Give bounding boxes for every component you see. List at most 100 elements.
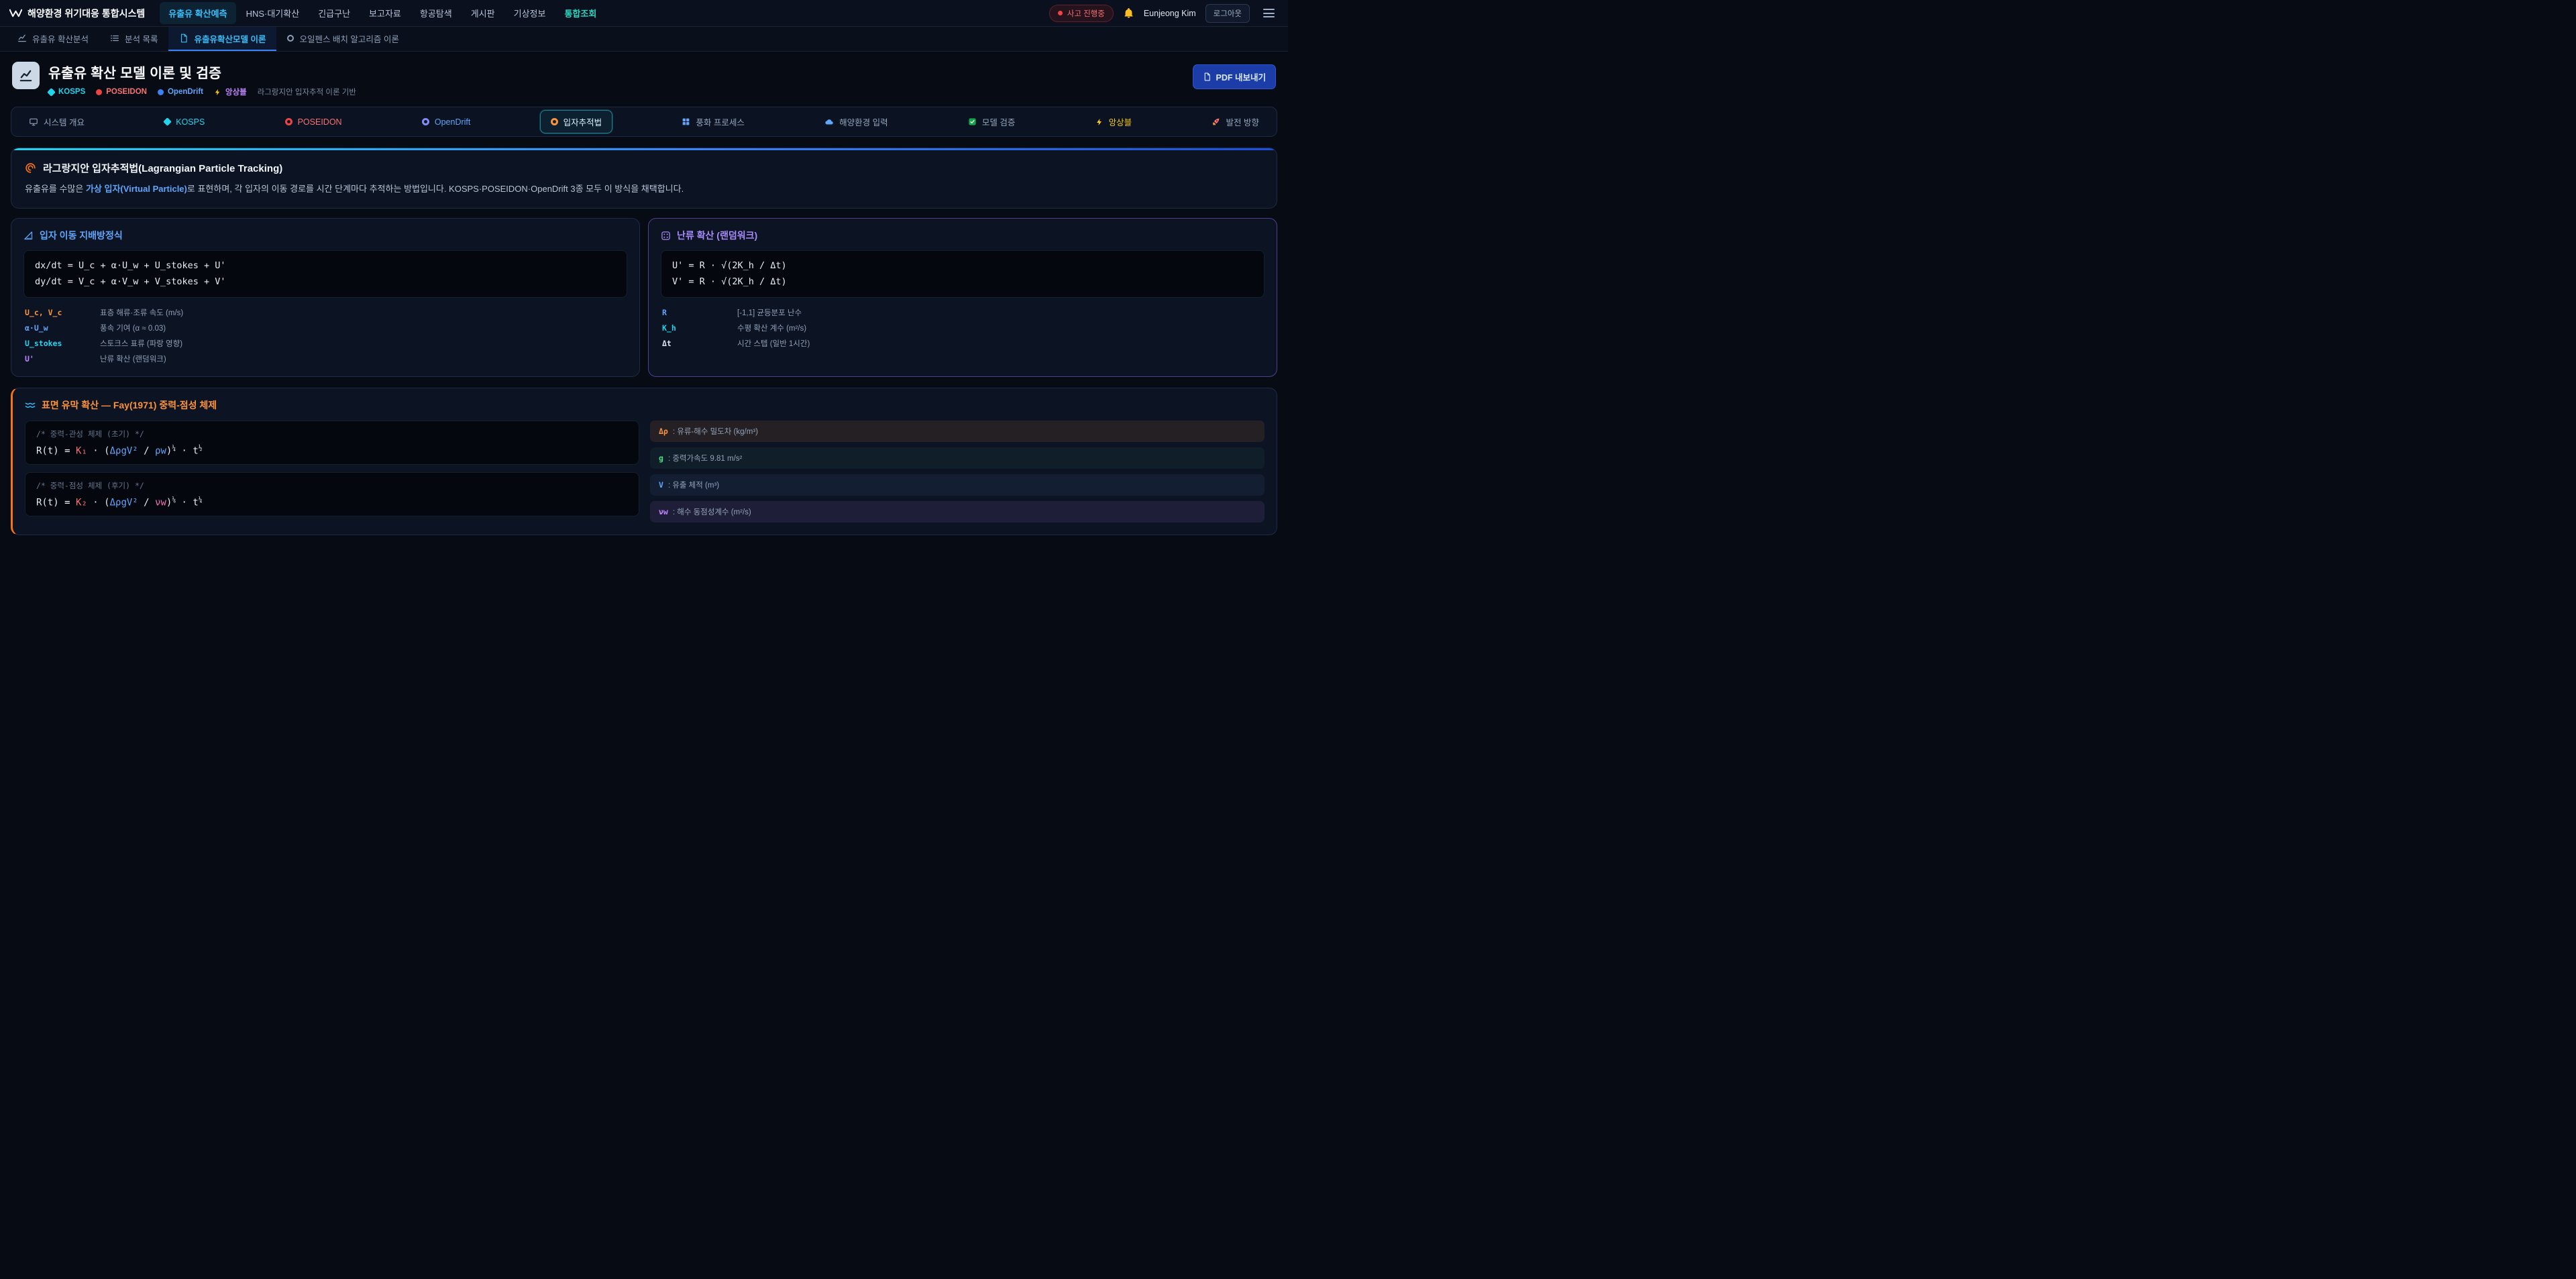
- intro-title-text: 라그랑지안 입자추적법(Lagrangian Particle Tracking…: [43, 161, 282, 175]
- badge-label: 앙상블: [225, 87, 247, 97]
- tab-spill-analysis[interactable]: 유출유 확산분석: [7, 27, 99, 51]
- badge-kosps: KOSPS: [48, 88, 85, 96]
- pdf-export-button[interactable]: PDF 내보내기: [1193, 64, 1276, 89]
- snav-label: 해양환경 입력: [839, 115, 888, 128]
- badge-label: OpenDrift: [168, 88, 203, 96]
- fay-legend-item: Δρ : 유류-해수 밀도차 (kg/m³): [650, 421, 1265, 442]
- snav-opendrift[interactable]: OpenDrift: [411, 112, 482, 132]
- bell-icon: [1123, 7, 1134, 19]
- turbulence-legend: R[-1,1] 균등분포 난수 K_h수평 확산 계수 (m²/s) Δt시간 …: [661, 306, 1265, 350]
- governing-card-title: 입자 이동 지배방정식: [23, 229, 627, 242]
- tab-oilfence-theory[interactable]: 오일펜스 배치 알고리즘 이론: [276, 27, 409, 51]
- governing-legend: U_c, V_c표층 해류·조류 속도 (m/s) α·U_w풍속 기여 (α …: [23, 306, 627, 366]
- blue-ring-icon: [422, 118, 429, 125]
- snav-label: KOSPS: [176, 117, 205, 127]
- fay-spreading-card: 표면 유막 확산 — Fay(1971) 중력-점성 체제 /* 중력-관성 체…: [11, 388, 1277, 535]
- document-icon: [179, 34, 189, 43]
- intro-text-pre: 유출유를 수많은: [25, 184, 86, 194]
- turbulence-card-title: 난류 확산 (랜덤워크): [661, 229, 1265, 242]
- snav-system-overview[interactable]: 시스템 개요: [18, 110, 95, 133]
- legend-desc: 난류 확산 (랜덤워크): [100, 353, 166, 364]
- formula-segment: ΔρgV²: [110, 498, 138, 508]
- nav-item-hns-diffusion[interactable]: HNS·대기확산: [237, 2, 309, 24]
- legend-desc: [-1,1] 균등분포 난수: [737, 307, 802, 318]
- nav-item-oil-spill-prediction[interactable]: 유출유 확산예측: [160, 2, 235, 24]
- snav-label: 모델 검증: [982, 115, 1015, 128]
- nav-item-integrated-search[interactable]: 통합조회: [555, 2, 605, 24]
- hamburger-icon: [1263, 13, 1275, 14]
- snav-label: 발전 방향: [1226, 115, 1258, 128]
- tab-analysis-list[interactable]: 분석 목록: [99, 27, 168, 51]
- snav-particle-tracking[interactable]: 입자추적법: [540, 110, 613, 133]
- legend-term: U_stokes: [25, 339, 100, 348]
- trend-chart-icon: [18, 68, 34, 83]
- check-square-icon: [968, 117, 977, 126]
- snav-model-validation[interactable]: 모델 검증: [957, 110, 1026, 133]
- main-nav: 유출유 확산예측 HNS·대기확산 긴급구난 보고자료 항공탐색 게시판 기상정…: [160, 2, 605, 24]
- fay-legend-item: g: 중력가속도 9.81 m/s²: [650, 447, 1265, 469]
- nav-item-reports[interactable]: 보고자료: [360, 2, 410, 24]
- intro-title: 라그랑지안 입자추적법(Lagrangian Particle Tracking…: [25, 161, 1263, 175]
- tab-model-theory[interactable]: 유출유확산모델 이론: [168, 27, 276, 51]
- header-texts: 유출유 확산 모델 이론 및 검증 KOSPS POSEIDON OpenDri…: [48, 62, 356, 97]
- legend-row: α·U_w풍속 기여 (α ≈ 0.03): [23, 321, 627, 335]
- logout-button[interactable]: 로그아웃: [1205, 4, 1250, 23]
- legend-desc: : 유류-해수 밀도차 (kg/m³): [673, 426, 758, 437]
- formula-segment: K₂: [76, 498, 87, 508]
- snav-kosps[interactable]: KOSPS: [154, 112, 215, 132]
- red-ring-icon: [285, 118, 292, 125]
- app-logo[interactable]: 해양환경 위기대응 통합시스템: [9, 7, 145, 20]
- legend-term: νw: [659, 507, 668, 516]
- incident-status-badge[interactable]: 사고 진행중: [1049, 5, 1114, 22]
- red-dot-icon: [96, 89, 102, 95]
- snav-ensemble[interactable]: 앙상블: [1085, 110, 1143, 133]
- legend-desc: : 해수 동점성계수 (m²/s): [673, 506, 751, 517]
- nav-item-board[interactable]: 게시판: [462, 2, 504, 24]
- list-icon: [110, 34, 119, 43]
- diamond-icon: [47, 88, 56, 97]
- snav-label: 앙상블: [1109, 115, 1132, 128]
- formula-segment: ρw: [155, 446, 166, 457]
- dice-icon: [661, 231, 671, 241]
- card-title-text: 입자 이동 지배방정식: [40, 229, 123, 242]
- formula-segment: · (: [87, 498, 110, 508]
- card-title-text: 난류 확산 (랜덤워크): [677, 229, 757, 242]
- badge-poseidon: POSEIDON: [96, 88, 147, 96]
- code-line: dy/dt = V_c + α·V_w + V_stokes + V': [35, 274, 616, 290]
- monitor-icon: [29, 117, 38, 127]
- menu-button[interactable]: [1259, 5, 1279, 21]
- legend-term: Δρ: [659, 427, 668, 436]
- logo-icon: [9, 9, 22, 17]
- page-icon: [12, 62, 40, 89]
- notifications-button[interactable]: [1123, 7, 1134, 19]
- snav-ocean-env-input[interactable]: 해양환경 입력: [814, 110, 898, 133]
- formula-exponent: ¼: [199, 496, 203, 504]
- fay-card-title: 표면 유막 확산 — Fay(1971) 중력-점성 체제: [25, 398, 1265, 412]
- legend-term: α·U_w: [25, 323, 100, 333]
- nav-item-emergency-rescue[interactable]: 긴급구난: [309, 2, 359, 24]
- fay-code-block-1: /* 중력-관성 체제 (초기) */ R(t) = K₁ · (ΔρgV² /…: [25, 421, 639, 465]
- equation-cards-row: 입자 이동 지배방정식 dx/dt = U_c + α·U_w + U_stok…: [11, 218, 1277, 377]
- nav-item-weather-info[interactable]: 기상정보: [505, 2, 555, 24]
- code-comment: /* 중력-점성 체제 (후기) */: [36, 480, 628, 491]
- legend-term: K_h: [662, 323, 737, 333]
- ring-icon: [287, 35, 294, 42]
- formula-segment: · t: [176, 446, 199, 457]
- nav-item-aerial-search[interactable]: 항공탐색: [411, 2, 461, 24]
- snav-roadmap[interactable]: 발전 방향: [1201, 110, 1269, 133]
- code-line: V' = R · √(2K_h / Δt): [672, 274, 1253, 290]
- turbulence-card: 난류 확산 (랜덤워크) U' = R · √(2K_h / Δt)V' = R…: [648, 218, 1277, 377]
- legend-desc: 시간 스텝 (일반 1시간): [737, 338, 810, 349]
- legend-row: R[-1,1] 균등분포 난수: [661, 306, 1265, 319]
- legend-term: R: [662, 308, 737, 317]
- snav-poseidon[interactable]: POSEIDON: [274, 112, 353, 132]
- tab-label: 유출유확산모델 이론: [194, 32, 266, 45]
- code-line: dx/dt = U_c + α·U_w + U_stokes + U': [35, 258, 616, 274]
- model-badge-row: KOSPS POSEIDON OpenDrift 앙상블 라그랑지안 입자추적 …: [48, 87, 356, 97]
- hamburger-icon: [1263, 16, 1275, 17]
- snav-weathering-process[interactable]: 풍화 프로세스: [671, 110, 755, 133]
- page-subtitle: 라그랑지안 입자추적 이론 기반: [258, 87, 356, 97]
- fay-legend-item: νw : 해수 동점성계수 (m²/s): [650, 501, 1265, 522]
- virtual-particle-link[interactable]: 가상 입자(Virtual Particle): [86, 184, 187, 194]
- fay-grid: /* 중력-관성 체제 (초기) */ R(t) = K₁ · (ΔρgV² /…: [25, 421, 1265, 522]
